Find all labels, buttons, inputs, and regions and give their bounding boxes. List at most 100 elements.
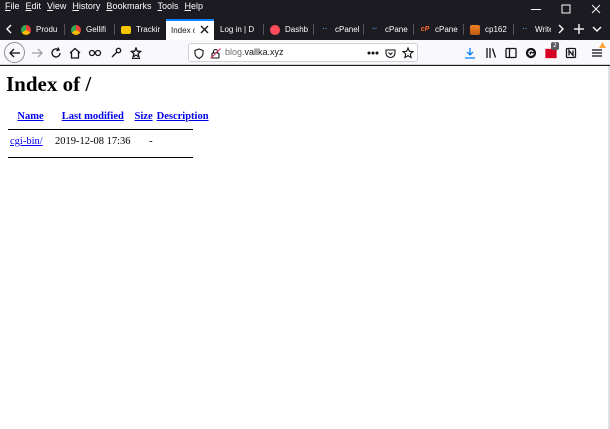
n-logo-icon bbox=[565, 47, 576, 58]
tab-write[interactable]: ·· Write bbox=[515, 19, 551, 40]
tab-tracking[interactable]: Trackir bbox=[116, 19, 165, 40]
mask-icon bbox=[88, 49, 101, 56]
star-icon bbox=[402, 47, 414, 59]
pocket-button[interactable] bbox=[384, 47, 396, 59]
tab-close-button[interactable] bbox=[200, 25, 209, 34]
insecure-connection-icon[interactable] bbox=[209, 47, 221, 59]
cpanel-logo-icon: cP bbox=[420, 26, 430, 33]
home-icon bbox=[69, 47, 80, 59]
tab-label: Write bbox=[535, 25, 551, 34]
tab-index-of[interactable]: Index o bbox=[166, 19, 214, 40]
url-bar[interactable]: blog.vallka.xyz bbox=[188, 43, 418, 62]
dashboard-icon bbox=[270, 24, 280, 35]
tab-dashboard[interactable]: Dashb bbox=[265, 19, 314, 40]
tab-scroll-right-button[interactable] bbox=[554, 17, 568, 40]
star-badge-icon bbox=[129, 46, 142, 59]
notifications-extension-button[interactable]: 2 bbox=[541, 42, 560, 62]
list-all-tabs-button[interactable] bbox=[590, 17, 604, 40]
library-button[interactable] bbox=[481, 43, 500, 62]
sidebar-button[interactable] bbox=[501, 43, 520, 62]
tab-cp162[interactable]: cp162 bbox=[465, 19, 514, 40]
wrench-icon bbox=[111, 47, 121, 57]
tab-label: Log in | D bbox=[220, 25, 255, 34]
tab-label: Gellifi bbox=[86, 25, 107, 34]
column-header-last-modified: Last modified bbox=[53, 111, 133, 126]
tab-label: cPane bbox=[435, 25, 458, 34]
tab-label: cPanel bbox=[335, 25, 360, 34]
notion-extension-button[interactable] bbox=[561, 43, 580, 62]
header-divider bbox=[8, 129, 193, 130]
bookmark-star-button[interactable] bbox=[402, 47, 414, 59]
back-button[interactable] bbox=[4, 42, 25, 63]
menu-history[interactable]: History bbox=[72, 1, 100, 11]
menu-edit[interactable]: Edit bbox=[26, 1, 42, 11]
cpanel-dots-icon: ·· bbox=[372, 26, 378, 33]
tab-label: Index o bbox=[171, 26, 195, 35]
cgi-bin-link[interactable]: cgi-bin/ bbox=[10, 136, 43, 147]
plus-icon bbox=[574, 23, 584, 34]
directory-listing-table: Name Last modified Size Description cgi-… bbox=[8, 111, 211, 151]
home-button[interactable] bbox=[65, 43, 84, 62]
hamburger-icon bbox=[591, 48, 602, 57]
menu-bookmarks[interactable]: Bookmarks bbox=[106, 1, 151, 11]
column-header-description: Description bbox=[155, 111, 211, 126]
tab-label: Dashb bbox=[285, 25, 309, 34]
maximize-icon bbox=[561, 4, 571, 13]
chevron-right-icon bbox=[558, 24, 564, 33]
chevron-left-icon bbox=[6, 24, 12, 33]
close-window-button[interactable] bbox=[576, 0, 610, 17]
sort-by-description-link[interactable]: Description bbox=[157, 111, 209, 122]
pocket-icon bbox=[384, 48, 396, 58]
downloads-button[interactable] bbox=[460, 43, 479, 62]
tab-cpanel-3[interactable]: cP cPane bbox=[415, 19, 464, 40]
tab-list: Produ Gellifi Trackir Index o Log in | D… bbox=[16, 19, 551, 40]
new-tab-button[interactable] bbox=[572, 17, 586, 40]
menu-view[interactable]: View bbox=[47, 1, 66, 11]
page-actions-button[interactable] bbox=[367, 47, 379, 59]
sort-by-size-link[interactable]: Size bbox=[135, 111, 153, 122]
close-icon bbox=[591, 4, 601, 13]
navigation-toolbar: blog.vallka.xyz 2 bbox=[0, 40, 610, 65]
ellipsis-icon bbox=[367, 51, 379, 55]
app-menu-button[interactable] bbox=[587, 42, 606, 62]
menu-file[interactable]: File bbox=[5, 1, 20, 11]
chrome-icon bbox=[21, 24, 31, 35]
minimize-icon bbox=[531, 8, 541, 10]
sort-by-last-modified-link[interactable]: Last modified bbox=[62, 111, 124, 122]
chevron-down-icon bbox=[592, 26, 602, 32]
sidebar-icon bbox=[504, 47, 517, 58]
tab-gellifi[interactable]: Gellifi bbox=[66, 19, 115, 40]
menu-help[interactable]: Help bbox=[184, 1, 203, 11]
tab-label: cp162 bbox=[485, 25, 507, 34]
close-icon bbox=[200, 25, 209, 34]
dots-icon: ·· bbox=[522, 26, 528, 33]
sort-by-name-link[interactable]: Name bbox=[17, 111, 43, 122]
account-extension-button[interactable] bbox=[521, 43, 540, 62]
tab-cpanel-1[interactable]: ·· cPanel bbox=[315, 19, 364, 40]
tab-label: cPane bbox=[385, 25, 408, 34]
menu-tools[interactable]: Tools bbox=[157, 1, 178, 11]
column-header-name: Name bbox=[8, 111, 53, 126]
tab-cpanel-2[interactable]: ·· cPane bbox=[365, 19, 414, 40]
tab-log-in[interactable]: Log in | D bbox=[215, 19, 264, 40]
tab-scroll-left-button[interactable] bbox=[2, 17, 16, 40]
chrome-icon bbox=[71, 24, 81, 35]
footer-divider bbox=[8, 157, 193, 158]
reload-button[interactable] bbox=[46, 43, 65, 62]
private-mask-button[interactable] bbox=[85, 43, 104, 62]
menu-list: File Edit View History Bookmarks Tools H… bbox=[5, 1, 209, 11]
warning-icon bbox=[599, 42, 606, 48]
column-header-size: Size bbox=[133, 111, 155, 126]
reload-icon bbox=[50, 46, 61, 58]
menu-bar: File Edit View History Bookmarks Tools H… bbox=[0, 0, 610, 17]
customize-tools-button[interactable] bbox=[106, 43, 125, 62]
tab-produ[interactable]: Produ bbox=[16, 19, 65, 40]
extension-button[interactable] bbox=[126, 43, 145, 62]
url-text[interactable]: blog.vallka.xyz bbox=[225, 47, 284, 57]
url-subdomain: blog. bbox=[225, 47, 245, 57]
tracking-icon bbox=[121, 25, 131, 34]
forward-button[interactable] bbox=[27, 43, 46, 62]
shield-icon[interactable] bbox=[193, 47, 205, 59]
download-icon bbox=[464, 47, 475, 59]
arrow-right-icon bbox=[31, 48, 43, 57]
